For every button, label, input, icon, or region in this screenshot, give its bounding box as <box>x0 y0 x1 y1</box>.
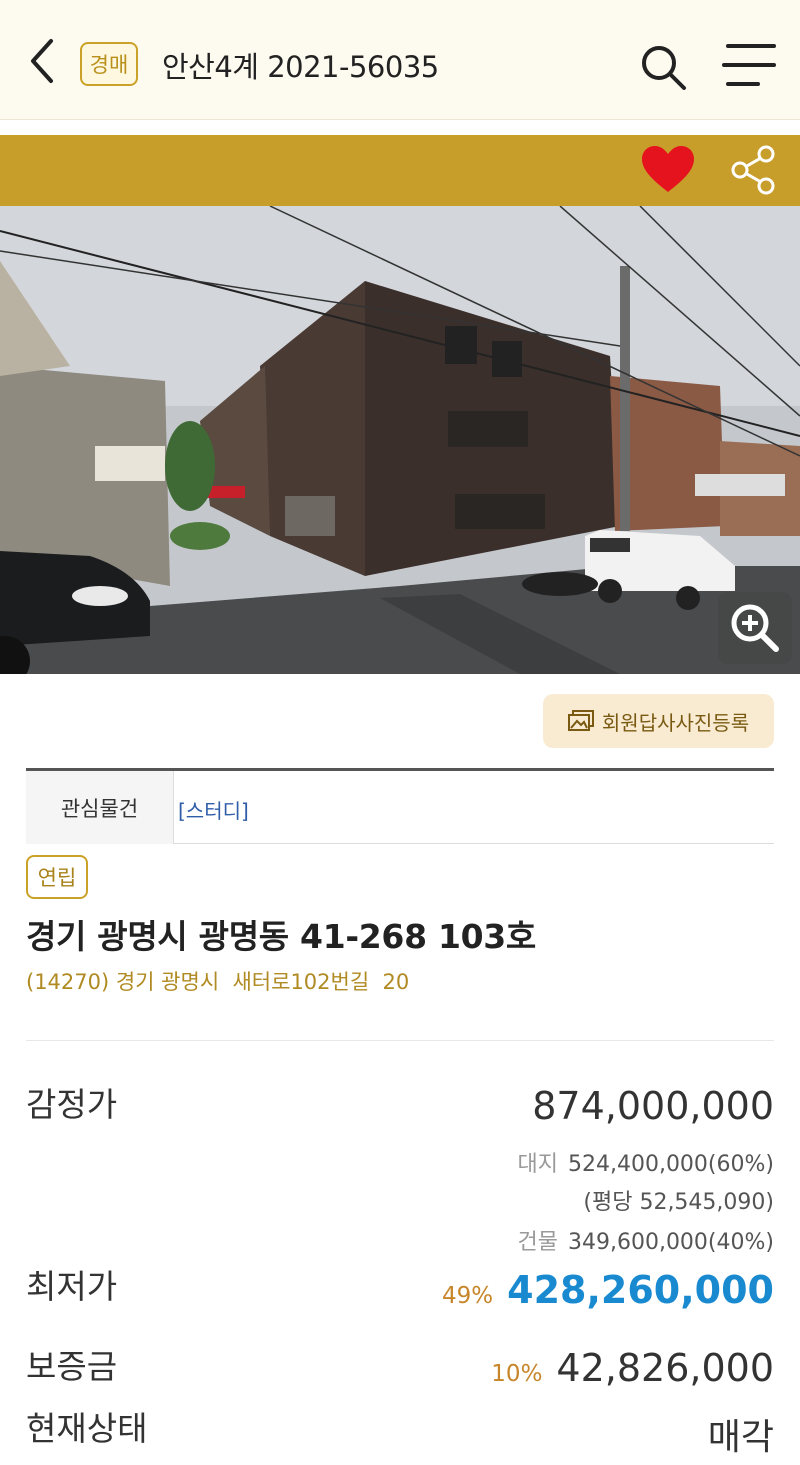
auction-type-badge: 경매 <box>80 42 138 86</box>
back-button[interactable] <box>22 36 62 86</box>
heart-icon <box>642 146 694 192</box>
property-address: 경기 광명시 광명동 41-268 103호 <box>26 917 536 956</box>
member-photo-upload-button[interactable]: 회원답사사진등록 <box>543 694 774 748</box>
top-header: 경매 안산4계 2021-56035 <box>0 0 800 120</box>
tab-study-link[interactable]: [스터디] <box>178 795 249 824</box>
road-address: (14270) 경기 광명시 새터로102번길 20 <box>26 970 410 994</box>
share-button[interactable] <box>728 144 778 196</box>
deposit-percent: 10% <box>491 1361 543 1387</box>
minimum-price-row: 49% 428,260,000 <box>442 1268 774 1312</box>
share-icon <box>731 145 775 195</box>
zoom-button[interactable] <box>718 592 792 664</box>
appraisal-value: 874,000,000 <box>532 1084 774 1128</box>
favorite-button[interactable] <box>640 144 696 196</box>
building-photo-illustration <box>0 206 800 674</box>
photo-icon <box>567 710 594 731</box>
status-value: 매각 <box>707 1417 774 1458</box>
land-value: 524,400,000(60%) <box>567 1152 774 1177</box>
minimum-price-percent: 49% <box>442 1283 494 1309</box>
land-price-row: 대지 524,400,000(60%) <box>517 1146 774 1178</box>
deposit-label: 보증금 <box>26 1347 118 1386</box>
info-tabs: 관심물건 [스터디] <box>26 768 774 844</box>
building-label: 건물 <box>517 1230 558 1255</box>
land-label: 대지 <box>517 1152 558 1177</box>
property-kind-badge: 연립 <box>26 855 88 899</box>
search-button[interactable] <box>638 42 688 92</box>
minimum-price-label: 최저가 <box>26 1267 118 1306</box>
search-icon <box>642 46 686 90</box>
member-photo-upload-label: 회원답사사진등록 <box>601 710 750 735</box>
case-title: 안산4계 2021-56035 <box>162 50 439 84</box>
tab-watch-list[interactable]: 관심물건 <box>26 771 174 844</box>
per-pyeong-price: (평당 52,545,090) <box>583 1190 774 1215</box>
status-label: 현재상태 <box>26 1409 148 1448</box>
building-value: 349,600,000(40%) <box>567 1230 774 1255</box>
divider <box>26 1040 774 1041</box>
appraisal-label: 감정가 <box>26 1085 118 1124</box>
deposit-row: 10% 42,826,000 <box>491 1346 774 1390</box>
property-photo[interactable] <box>0 206 800 674</box>
deposit-value: 42,826,000 <box>556 1346 774 1390</box>
minimum-price-value: 428,260,000 <box>507 1268 774 1312</box>
zoom-in-icon <box>731 604 779 652</box>
menu-button[interactable] <box>722 40 776 90</box>
back-icon <box>31 39 53 83</box>
building-price-row: 건물 349,600,000(40%) <box>517 1224 774 1256</box>
menu-icon <box>722 44 776 86</box>
